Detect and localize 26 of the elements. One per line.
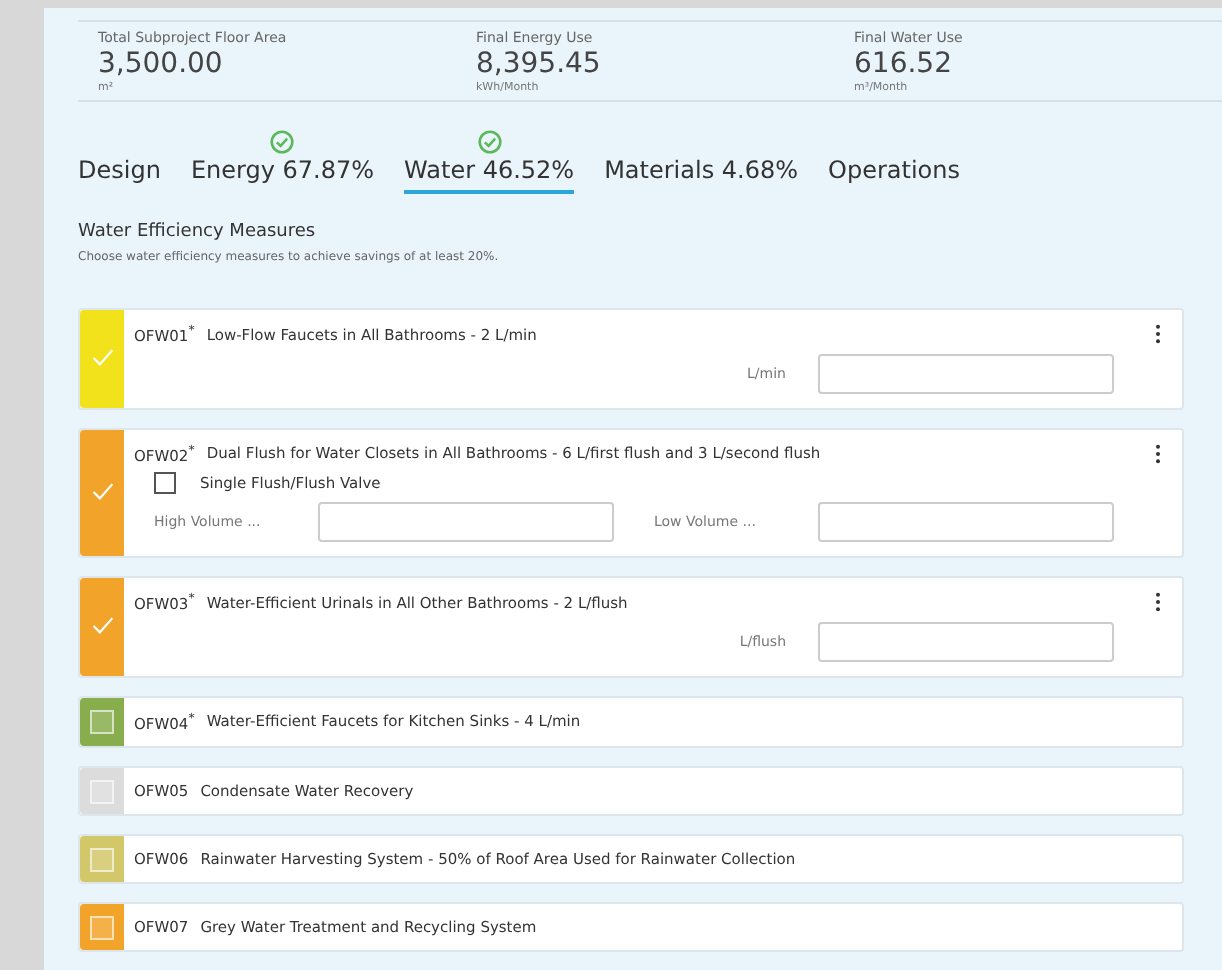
more-icon[interactable] bbox=[1154, 443, 1162, 464]
input-field[interactable] bbox=[818, 502, 1114, 542]
stat-value: 3,500.00 bbox=[98, 46, 225, 82]
tab[interactable]: Water 46.52% bbox=[404, 154, 575, 194]
stat-value: 616.52 bbox=[854, 46, 954, 81]
stat-value: 8,395.45 bbox=[476, 46, 603, 81]
section-title: Water Efficiency Measures bbox=[78, 222, 318, 242]
measure-checkbox[interactable] bbox=[90, 614, 114, 639]
measure-checkbox[interactable] bbox=[90, 709, 114, 734]
measure-checkbox[interactable] bbox=[90, 847, 114, 871]
more-icon[interactable] bbox=[1154, 592, 1162, 613]
input-field[interactable] bbox=[818, 621, 1114, 661]
check-icon bbox=[91, 616, 113, 637]
tab[interactable]: Operations bbox=[828, 154, 960, 194]
check-icon bbox=[91, 348, 113, 369]
measure-checkbox[interactable] bbox=[90, 915, 114, 939]
more-icon[interactable] bbox=[1154, 324, 1162, 345]
input-field[interactable] bbox=[318, 502, 614, 542]
checkbox[interactable] bbox=[154, 472, 176, 494]
check-icon bbox=[91, 482, 113, 503]
measure-checkbox[interactable] bbox=[90, 480, 114, 505]
measure-checkbox[interactable] bbox=[90, 346, 114, 371]
tab[interactable]: Energy 67.87% bbox=[190, 154, 375, 194]
input-field[interactable] bbox=[818, 353, 1114, 393]
tab[interactable]: Materials 4.68% bbox=[604, 154, 799, 194]
tab[interactable]: Design bbox=[78, 154, 161, 194]
